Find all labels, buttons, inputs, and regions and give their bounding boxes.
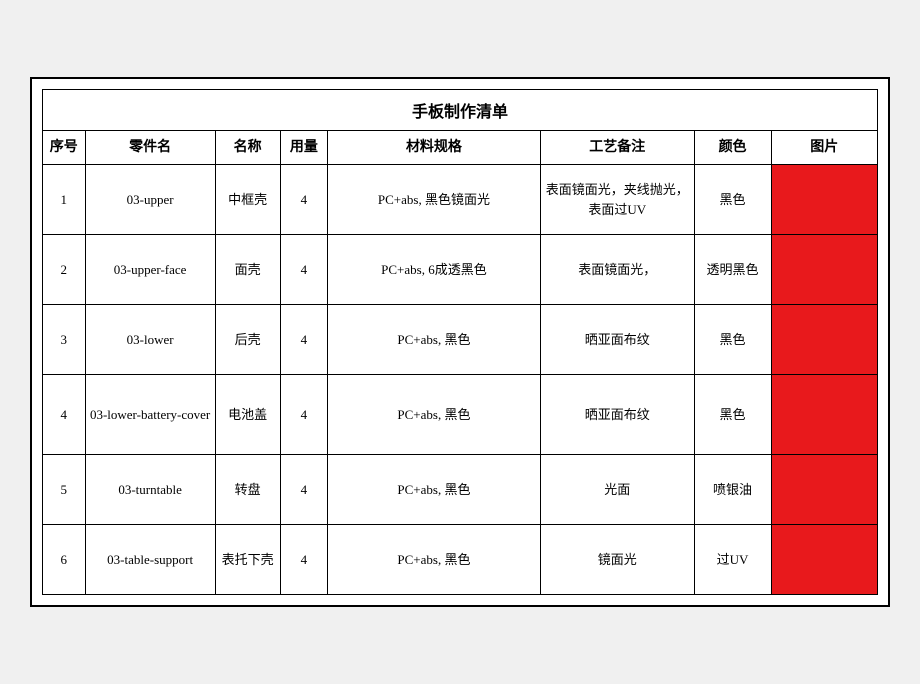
cell-usage: 4 [280, 305, 327, 375]
cell-part-name: 表托下壳 [215, 525, 280, 595]
cell-seq: 3 [43, 305, 86, 375]
cell-process: 表面镜面光，夹线抛光，表面过UV [540, 165, 694, 235]
cell-process: 表面镜面光， [540, 235, 694, 305]
cell-part-code: 03-lower-battery-cover [85, 375, 215, 455]
header-image: 图片 [771, 131, 878, 165]
cell-process: 晒亚面布纹 [540, 305, 694, 375]
cell-image [771, 525, 878, 595]
cell-seq: 4 [43, 375, 86, 455]
table-row: 403-lower-battery-cover电池盖4PC+abs, 黑色晒亚面… [43, 375, 878, 455]
cell-part-code: 03-turntable [85, 455, 215, 525]
cell-material: PC+abs, 黑色 [328, 525, 541, 595]
cell-process: 镜面光 [540, 525, 694, 595]
header-usage: 用量 [280, 131, 327, 165]
cell-part-name: 面壳 [215, 235, 280, 305]
cell-part-name: 中框壳 [215, 165, 280, 235]
cell-material: PC+abs, 6成透黑色 [328, 235, 541, 305]
cell-part-code: 03-lower [85, 305, 215, 375]
cell-material: PC+abs, 黑色 [328, 305, 541, 375]
cell-usage: 4 [280, 525, 327, 595]
cell-usage: 4 [280, 375, 327, 455]
cell-color: 喷银油 [694, 455, 771, 525]
header-part-code: 零件名 [85, 131, 215, 165]
cell-part-name: 后壳 [215, 305, 280, 375]
cell-process: 光面 [540, 455, 694, 525]
cell-material: PC+abs, 黑色镜面光 [328, 165, 541, 235]
header-row: 序号 零件名 名称 用量 材料规格 工艺备注 颜色 图片 [43, 131, 878, 165]
cell-part-code: 03-upper [85, 165, 215, 235]
cell-image [771, 165, 878, 235]
cell-seq: 5 [43, 455, 86, 525]
header-process: 工艺备注 [540, 131, 694, 165]
cell-seq: 1 [43, 165, 86, 235]
cell-color: 黑色 [694, 165, 771, 235]
cell-seq: 2 [43, 235, 86, 305]
cell-part-name: 转盘 [215, 455, 280, 525]
table-title: 手板制作清单 [42, 89, 878, 130]
table-row: 603-table-support表托下壳4PC+abs, 黑色镜面光过UV [43, 525, 878, 595]
main-table: 序号 零件名 名称 用量 材料规格 工艺备注 颜色 图片 103-upper中框… [42, 130, 878, 595]
cell-seq: 6 [43, 525, 86, 595]
table-row: 203-upper-face面壳4PC+abs, 6成透黑色表面镜面光，透明黑色 [43, 235, 878, 305]
cell-process: 晒亚面布纹 [540, 375, 694, 455]
header-material: 材料规格 [328, 131, 541, 165]
cell-color: 过UV [694, 525, 771, 595]
header-part-name: 名称 [215, 131, 280, 165]
cell-color: 黑色 [694, 305, 771, 375]
cell-material: PC+abs, 黑色 [328, 455, 541, 525]
cell-part-name: 电池盖 [215, 375, 280, 455]
cell-image [771, 305, 878, 375]
cell-image [771, 375, 878, 455]
table-row: 103-upper中框壳4PC+abs, 黑色镜面光表面镜面光，夹线抛光，表面过… [43, 165, 878, 235]
page-wrapper: 手板制作清单 序号 零件名 名称 用量 材料规格 工艺备注 颜色 图片 103-… [30, 77, 890, 607]
cell-color: 透明黑色 [694, 235, 771, 305]
cell-image [771, 455, 878, 525]
cell-image [771, 235, 878, 305]
cell-part-code: 03-table-support [85, 525, 215, 595]
cell-part-code: 03-upper-face [85, 235, 215, 305]
header-color: 颜色 [694, 131, 771, 165]
cell-color: 黑色 [694, 375, 771, 455]
header-seq: 序号 [43, 131, 86, 165]
cell-usage: 4 [280, 165, 327, 235]
table-row: 503-turntable转盘4PC+abs, 黑色光面喷银油 [43, 455, 878, 525]
cell-usage: 4 [280, 455, 327, 525]
cell-usage: 4 [280, 235, 327, 305]
table-row: 303-lower后壳4PC+abs, 黑色晒亚面布纹黑色 [43, 305, 878, 375]
cell-material: PC+abs, 黑色 [328, 375, 541, 455]
